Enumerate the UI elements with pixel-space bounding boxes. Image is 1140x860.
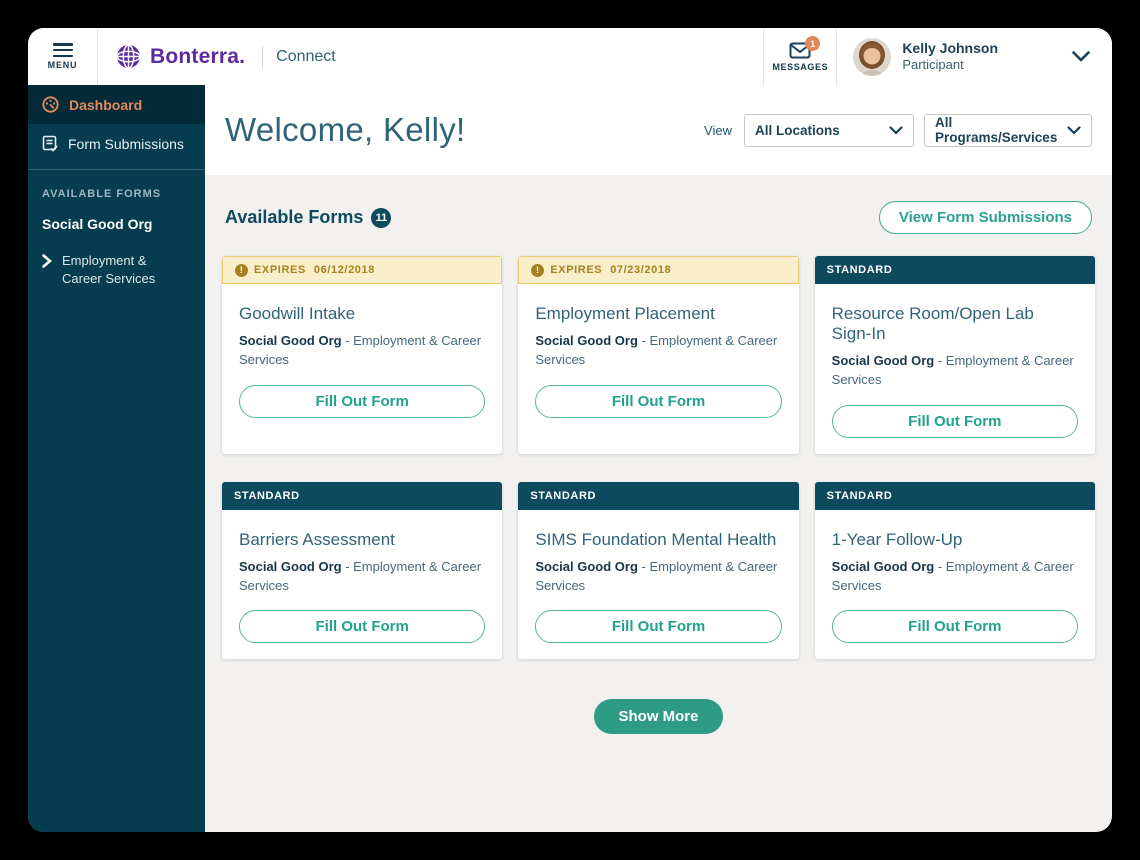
locations-dropdown[interactable]: All Locations — [744, 114, 914, 147]
form-card-title: 1-Year Follow-Up — [832, 530, 1078, 550]
chevron-down-icon — [1067, 126, 1081, 135]
form-card: STANDARD SIMS Foundation Mental Health S… — [518, 482, 798, 660]
form-card-header: STANDARD — [815, 482, 1095, 510]
form-card-org: Social Good Org — [535, 559, 638, 574]
brand-divider — [262, 46, 263, 68]
form-card-subtitle: Social Good Org - Employment & Career Se… — [535, 332, 781, 370]
warning-icon: ! — [531, 264, 544, 277]
messages-label: MESSAGES — [772, 62, 828, 72]
form-card-type-label: STANDARD — [234, 490, 300, 502]
form-card: STANDARD 1-Year Follow-Up Social Good Or… — [815, 482, 1095, 660]
form-card-title: Goodwill Intake — [239, 304, 485, 324]
sidebar-org[interactable]: Social Good Org — [28, 206, 205, 242]
form-card-type-label: EXPIRES — [254, 264, 306, 276]
sidebar-item-label: Dashboard — [69, 97, 142, 113]
brand-block: Bonterra. Connect — [98, 28, 336, 85]
form-card-org: Social Good Org — [239, 559, 342, 574]
form-card-subtitle: Social Good Org - Employment & Career Se… — [535, 558, 781, 596]
show-more-button[interactable]: Show More — [594, 699, 722, 734]
fill-out-form-button[interactable]: Fill Out Form — [535, 610, 781, 643]
fill-out-form-button[interactable]: Fill Out Form — [832, 405, 1078, 438]
user-name: Kelly Johnson — [902, 40, 998, 58]
form-card-header: STANDARD — [518, 482, 798, 510]
form-card-expiry-date: 06/12/2018 — [314, 264, 375, 276]
welcome-bar: Welcome, Kelly! View All Locations All P… — [205, 85, 1112, 175]
chevron-right-icon — [42, 252, 52, 268]
content-area: Available Forms 11 View Form Submissions… — [205, 175, 1112, 832]
messages-button[interactable]: 1 MESSAGES — [763, 28, 836, 85]
form-card-header: ! EXPIRES 06/12/2018 — [222, 256, 502, 284]
form-card-org: Social Good Org — [239, 333, 342, 348]
form-card-type-label: EXPIRES — [550, 264, 602, 276]
programs-dropdown[interactable]: All Programs/Services — [924, 114, 1092, 147]
form-card-org: Social Good Org — [832, 353, 935, 368]
form-cards-grid: ! EXPIRES 06/12/2018 Goodwill Intake Soc… — [222, 256, 1095, 659]
sidebar: Dashboard Form Submissions AVAILABLE FOR… — [28, 85, 205, 832]
available-forms-section-label: AVAILABLE FORMS — [28, 170, 205, 206]
form-card-title: Employment Placement — [535, 304, 781, 324]
top-bar: MENU Bonterra. Connect — [28, 28, 1112, 85]
bonterra-logo-icon — [116, 44, 141, 69]
forms-count-badge: 11 — [371, 208, 391, 228]
locations-dropdown-value: All Locations — [755, 123, 840, 138]
page-title: Welcome, Kelly! — [225, 111, 465, 149]
sidebar-item-employment-career-services[interactable]: Employment & Career Services — [28, 242, 205, 297]
avatar — [853, 38, 891, 76]
form-card-subtitle: Social Good Org - Employment & Career Se… — [239, 558, 485, 596]
form-card: ! EXPIRES 06/12/2018 Goodwill Intake Soc… — [222, 256, 502, 454]
user-menu-chevron[interactable] — [1012, 28, 1112, 85]
form-card-org: Social Good Org — [535, 333, 638, 348]
user-role: Participant — [902, 57, 998, 73]
product-name: Connect — [276, 48, 336, 66]
brand-name: Bonterra. — [150, 45, 245, 69]
app-window: MENU Bonterra. Connect — [28, 28, 1112, 832]
menu-label: MENU — [48, 60, 78, 70]
section-title: Available Forms 11 — [225, 207, 391, 228]
fill-out-form-button[interactable]: Fill Out Form — [832, 610, 1078, 643]
user-menu[interactable]: Kelly Johnson Participant — [836, 28, 1012, 85]
hamburger-icon — [53, 43, 73, 57]
view-filters: View All Locations All Programs/Services — [704, 114, 1092, 147]
sidebar-item-dashboard[interactable]: Dashboard — [28, 85, 205, 124]
form-check-icon — [42, 135, 58, 152]
warning-icon: ! — [235, 264, 248, 277]
form-card-expiry-date: 07/23/2018 — [610, 264, 671, 276]
form-card-subtitle: Social Good Org - Employment & Career Se… — [832, 352, 1078, 390]
form-card: STANDARD Barriers Assessment Social Good… — [222, 482, 502, 660]
form-card-title: Barriers Assessment — [239, 530, 485, 550]
sidebar-service-label: Employment & Career Services — [62, 252, 172, 287]
programs-dropdown-value: All Programs/Services — [935, 115, 1067, 145]
sidebar-item-form-submissions[interactable]: Form Submissions — [28, 124, 205, 163]
form-card-header: STANDARD — [815, 256, 1095, 284]
form-card-type-label: STANDARD — [827, 490, 893, 502]
form-card-org: Social Good Org — [832, 559, 935, 574]
dashboard-gauge-icon — [42, 96, 59, 113]
menu-button[interactable]: MENU — [28, 28, 98, 85]
form-card-type-label: STANDARD — [530, 490, 596, 502]
fill-out-form-button[interactable]: Fill Out Form — [239, 385, 485, 418]
form-card-type-label: STANDARD — [827, 264, 893, 276]
form-card-title: Resource Room/Open Lab Sign-In — [832, 304, 1078, 344]
fill-out-form-button[interactable]: Fill Out Form — [239, 610, 485, 643]
fill-out-form-button[interactable]: Fill Out Form — [535, 385, 781, 418]
chevron-down-icon — [1072, 51, 1090, 62]
view-label: View — [704, 123, 732, 138]
messages-count-badge: 1 — [805, 36, 820, 51]
form-card-header: STANDARD — [222, 482, 502, 510]
form-card-title: SIMS Foundation Mental Health — [535, 530, 781, 550]
form-card: ! EXPIRES 07/23/2018 Employment Placemen… — [518, 256, 798, 454]
form-card: STANDARD Resource Room/Open Lab Sign-In … — [815, 256, 1095, 454]
chevron-down-icon — [889, 126, 903, 135]
main-area: Welcome, Kelly! View All Locations All P… — [205, 85, 1112, 832]
view-form-submissions-button[interactable]: View Form Submissions — [879, 201, 1092, 234]
form-card-subtitle: Social Good Org - Employment & Career Se… — [832, 558, 1078, 596]
form-card-header: ! EXPIRES 07/23/2018 — [518, 256, 798, 284]
sidebar-item-label: Form Submissions — [68, 136, 184, 152]
form-card-subtitle: Social Good Org - Employment & Career Se… — [239, 332, 485, 370]
